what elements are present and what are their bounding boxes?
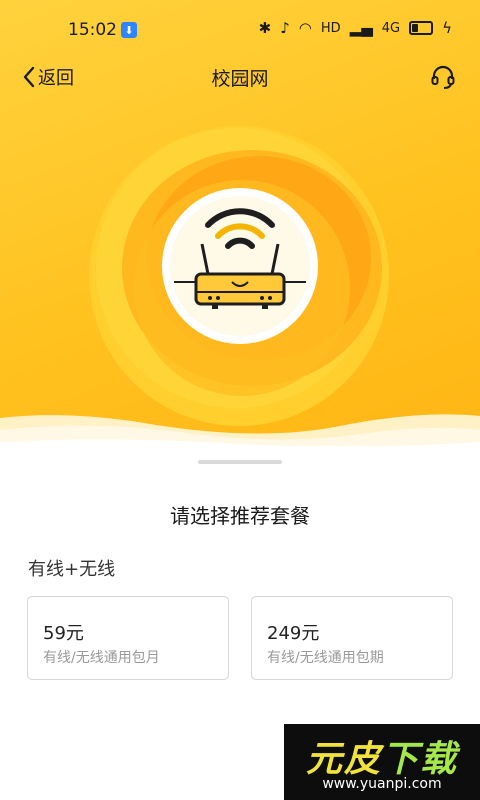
- status-bar: 15:02 ⬇ ✱ ♪ ◠ HD ▂▄ 4G ϟ: [0, 0, 480, 60]
- status-icons: ✱ ♪ ◠ HD ▂▄ 4G ϟ: [259, 18, 452, 38]
- watermark-url: www.yuanpi.com: [322, 776, 442, 792]
- page-title: 校园网: [211, 68, 269, 90]
- hd-label: HD: [320, 20, 341, 36]
- battery-icon: [409, 21, 434, 35]
- nav-bar: 返回 校园网: [0, 56, 480, 100]
- signal-4g-label: 4G: [381, 20, 401, 36]
- plan-price: 59元: [43, 623, 84, 644]
- app-notification-icon: ⬇: [121, 22, 137, 38]
- plan-description: 有线/无线通用包期: [267, 650, 384, 666]
- bluetooth-icon: ✱: [258, 19, 272, 37]
- router-illustration: [89, 126, 389, 426]
- watermark-logo: 元皮下载 www.yuanpi.com: [284, 724, 480, 800]
- headset-icon[interactable]: [430, 64, 456, 90]
- plan-description: 有线/无线通用包月: [43, 650, 160, 666]
- vibrate-icon: ♪: [280, 19, 290, 37]
- watermark-title: 元皮下载: [305, 739, 459, 780]
- signal-icon: ▂▄: [349, 19, 373, 37]
- plan-price: 249元: [267, 623, 320, 644]
- plan-card-monthly[interactable]: 59元 有线/无线通用包月: [27, 596, 229, 680]
- plan-card-term[interactable]: 249元 有线/无线通用包期: [251, 596, 453, 680]
- status-time: 15:02: [68, 20, 117, 40]
- wifi-icon: ◠: [298, 19, 312, 37]
- drag-handle[interactable]: [198, 460, 282, 464]
- charging-icon: ϟ: [442, 19, 452, 37]
- sheet-title: 请选择推荐套餐: [170, 504, 310, 528]
- hero-banner: 15:02 ⬇ ✱ ♪ ◠ HD ▂▄ 4G ϟ 返回 校园网: [0, 0, 480, 460]
- section-label: 有线+无线: [28, 559, 116, 580]
